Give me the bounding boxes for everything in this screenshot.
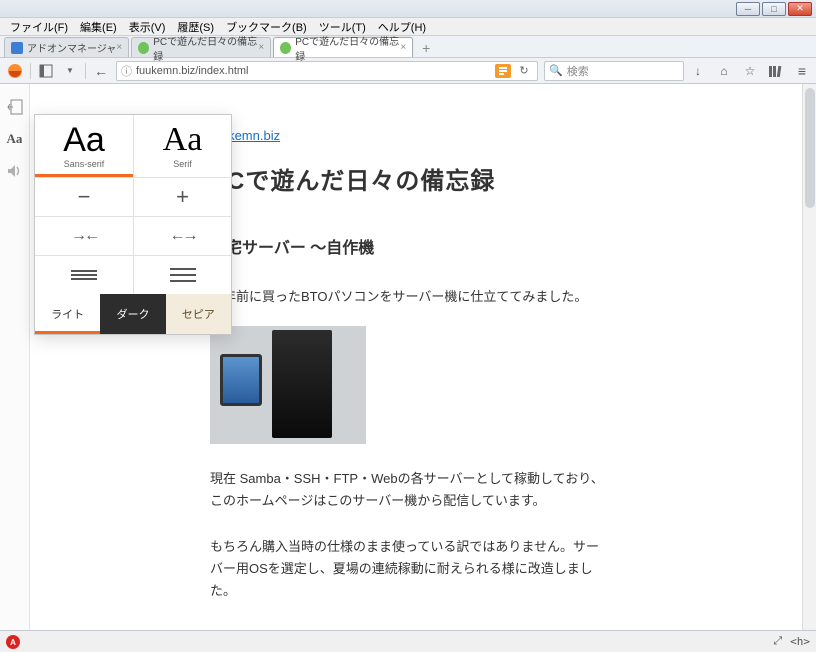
theme-row: ライト ダーク セピア — [35, 294, 231, 334]
search-placeholder: 検索 — [567, 63, 589, 79]
reader-sidebar: Aa — [0, 84, 30, 630]
loose-lines-icon — [170, 264, 196, 286]
separator — [85, 63, 86, 79]
font-serif-option[interactable]: Aa Serif — [133, 115, 231, 177]
firefox-logo-icon[interactable] — [6, 62, 24, 80]
reader-settings-popover: Aa Sans-serif Aa Serif − + →← ←→ — [34, 114, 232, 335]
tabbar: アドオンマネージャ × PCで遊んだ日々の備忘録 × PCで遊んだ日々の備忘録 … — [0, 36, 816, 58]
serif-sample-icon: Aa — [163, 123, 203, 157]
searchbar[interactable]: 🔍 検索 — [544, 61, 684, 81]
status-right: ⤢ <h> — [773, 635, 810, 648]
sans-sample-icon: Aa — [63, 123, 105, 157]
tab-title-1: PCで遊んだ日々の備忘録 — [153, 33, 258, 63]
minimize-button[interactable]: ─ — [736, 2, 760, 16]
reload-button[interactable]: ↻ — [515, 62, 533, 80]
urlbar[interactable]: ⓘ fuukemn.biz/index.html ↻ — [116, 61, 538, 81]
menu-file[interactable]: ファイル(F) — [4, 19, 74, 35]
font-size-increase[interactable]: + — [133, 178, 231, 216]
article-heading: 自宅サーバー ～自作機 — [210, 235, 610, 262]
tab-close-0[interactable]: × — [116, 42, 122, 53]
window-buttons: ─ □ ✕ — [736, 2, 816, 16]
tab-favicon-2 — [280, 42, 291, 54]
theme-light[interactable]: ライト — [35, 294, 100, 334]
type-settings-icon[interactable]: Aa — [6, 130, 24, 148]
tab-2[interactable]: PCで遊んだ日々の備忘録 × — [273, 37, 413, 57]
article: fuukemn.biz PCで遊んだ日々の備忘録 自宅サーバー ～自作機 数年前… — [210, 124, 610, 602]
separator — [30, 63, 31, 79]
content-width-increase[interactable]: ←→ — [133, 217, 231, 255]
tab-favicon-1 — [138, 42, 149, 54]
identity-icon[interactable]: ⓘ — [121, 63, 132, 79]
adblock-icon[interactable]: A — [6, 635, 20, 649]
line-height-increase[interactable] — [133, 256, 231, 294]
tab-1[interactable]: PCで遊んだ日々の備忘録 × — [131, 37, 271, 57]
plus-icon: + — [176, 186, 189, 208]
article-paragraph-2: 現在 Samba・SSH・FTP・Webの各サーバーとして稼動しており、このホー… — [210, 468, 610, 512]
menu-edit[interactable]: 編集(E) — [74, 19, 123, 35]
sidebar-toggle-icon[interactable] — [37, 62, 55, 80]
status-left: A — [6, 634, 20, 650]
library-icon[interactable] — [768, 64, 784, 78]
bookmark-star-icon[interactable]: ☆ — [742, 64, 758, 78]
home-icon[interactable]: ⌂ — [716, 64, 732, 78]
sans-label: Sans-serif — [64, 159, 105, 169]
hamburger-menu-icon[interactable]: ≡ — [794, 63, 810, 79]
reader-mode-icon[interactable] — [495, 64, 511, 78]
font-sans-option[interactable]: Aa Sans-serif — [35, 115, 133, 177]
back-button[interactable]: ← — [92, 62, 110, 80]
article-paragraph-3: もちろん購入当時の仕様のまま使っている訳ではありません。サーバー用OSを選定し、… — [210, 536, 610, 602]
new-tab-button[interactable]: + — [415, 39, 437, 57]
window-titlebar: ─ □ ✕ — [0, 0, 816, 18]
expand-arrows-icon[interactable]: ⤢ — [773, 635, 782, 648]
narrate-icon[interactable] — [6, 162, 24, 180]
tab-title-0: アドオンマネージャ — [27, 40, 116, 55]
back-to-page-icon[interactable] — [6, 98, 24, 116]
article-photo — [210, 326, 366, 444]
menu-dropdown-icon[interactable]: ▼ — [61, 62, 79, 80]
tab-favicon-0 — [11, 42, 23, 54]
theme-sepia[interactable]: セピア — [166, 294, 231, 334]
menubar: ファイル(F) 編集(E) 表示(V) 履歴(S) ブックマーク(B) ツール(… — [0, 18, 816, 36]
article-title: PCで遊んだ日々の備忘録 — [210, 162, 610, 203]
tab-close-1[interactable]: × — [258, 42, 264, 53]
toolbar-right-icons: ↓ ⌂ ☆ ≡ — [690, 63, 810, 79]
maximize-button[interactable]: □ — [762, 2, 786, 16]
url-text: fuukemn.biz/index.html — [136, 65, 249, 77]
close-button[interactable]: ✕ — [788, 2, 812, 16]
scrollbar[interactable] — [802, 84, 816, 630]
tab-title-2: PCで遊んだ日々の備忘録 — [295, 33, 400, 63]
downloads-icon[interactable]: ↓ — [690, 64, 706, 78]
navbar: ▼ ← ⓘ fuukemn.biz/index.html ↻ 🔍 検索 ↓ ⌂ … — [0, 58, 816, 84]
serif-label: Serif — [173, 159, 192, 169]
widen-icon: ←→ — [170, 227, 196, 245]
search-icon: 🔍 — [549, 64, 563, 77]
tab-close-2[interactable]: × — [400, 42, 406, 53]
statusbar: A ⤢ <h> — [0, 630, 816, 652]
line-height-decrease[interactable] — [35, 256, 133, 294]
tag-indicator: <h> — [790, 635, 810, 648]
theme-dark[interactable]: ダーク — [100, 294, 165, 334]
minus-icon: − — [78, 186, 91, 208]
tight-lines-icon — [71, 268, 97, 282]
tab-0[interactable]: アドオンマネージャ × — [4, 37, 129, 57]
content-width-decrease[interactable]: →← — [35, 217, 133, 255]
scrollbar-thumb[interactable] — [805, 88, 815, 208]
font-size-decrease[interactable]: − — [35, 178, 133, 216]
narrow-icon: →← — [71, 227, 97, 245]
article-paragraph-1: 数年前に買ったBTOパソコンをサーバー機に仕立ててみました。 — [210, 286, 610, 308]
